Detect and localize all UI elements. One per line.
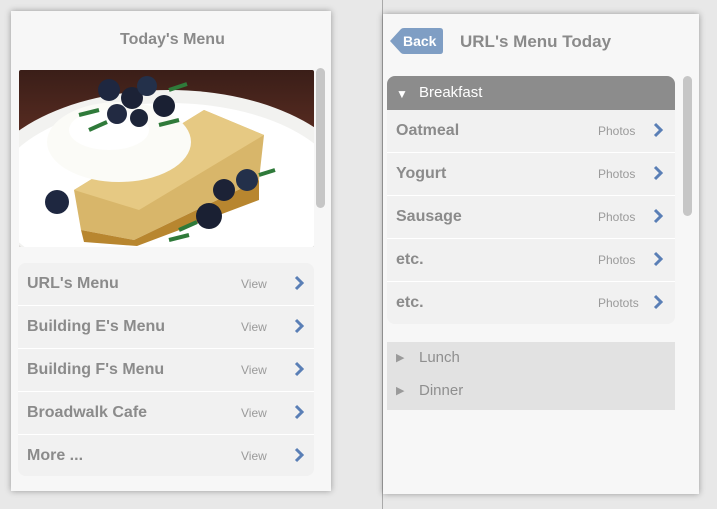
list-item[interactable]: Oatmeal Photos — [387, 110, 675, 153]
chevron-right-icon — [294, 275, 305, 291]
list-item-label: etc. — [396, 294, 424, 311]
section-label: Dinner — [419, 382, 464, 399]
list-item[interactable]: More ... View — [18, 435, 314, 476]
list-item[interactable]: Yogurt Photos — [387, 153, 675, 196]
section-header-lunch[interactable]: ▶ Lunch — [387, 342, 675, 375]
menu-list: URL's Menu View Building E's Menu View B… — [18, 263, 314, 476]
view-label: View — [241, 277, 267, 291]
list-item-label: Building E's Menu — [27, 318, 166, 335]
chevron-right-icon — [294, 447, 305, 463]
chevron-right-icon — [294, 361, 305, 377]
photos-label: Photos — [598, 124, 636, 138]
scrollbar[interactable] — [683, 76, 692, 216]
list-item-label: More ... — [27, 447, 84, 464]
photos-label: Photos — [598, 167, 636, 181]
view-label: View — [241, 363, 267, 377]
list-item-label: URL's Menu — [27, 275, 119, 292]
list-item[interactable]: Sausage Photos — [387, 196, 675, 239]
list-item-label: Sausage — [396, 208, 462, 225]
photos-label: Photots — [598, 296, 639, 310]
section-header-dinner[interactable]: ▶ Dinner — [387, 375, 675, 408]
photos-label: Photos — [598, 253, 636, 267]
page-title: Today's Menu — [120, 31, 225, 48]
food-photo — [19, 70, 314, 247]
triangle-right-icon: ▶ — [396, 385, 405, 397]
view-label: View — [241, 406, 267, 420]
view-label: View — [241, 320, 267, 334]
breakfast-list: Oatmeal Photos Yogurt Photos Sausage Pho… — [387, 110, 675, 324]
list-item-label: etc. — [396, 251, 424, 268]
section-label: Breakfast — [419, 84, 483, 101]
scrollbar[interactable] — [316, 68, 325, 208]
chevron-right-icon — [294, 318, 305, 334]
triangle-down-icon: ▼ — [396, 87, 408, 101]
list-item-label: Oatmeal — [396, 122, 460, 139]
list-item-label: Yogurt — [396, 165, 447, 182]
chevron-right-icon — [653, 165, 664, 181]
chevron-right-icon — [653, 122, 664, 138]
triangle-right-icon: ▶ — [396, 352, 405, 364]
collapsed-sections: ▶ Lunch ▶ Dinner — [387, 342, 675, 410]
chevron-right-icon — [653, 294, 664, 310]
section-header-breakfast[interactable]: ▼ Breakfast — [387, 76, 675, 110]
page-title: URL's Menu Today — [460, 32, 612, 51]
list-item[interactable]: URL's Menu View — [18, 263, 314, 306]
back-button[interactable]: Back — [390, 27, 444, 55]
list-item[interactable]: Building F's Menu View — [18, 349, 314, 392]
back-button-label: Back — [403, 33, 437, 49]
chevron-right-icon — [653, 208, 664, 224]
section-label: Lunch — [419, 349, 460, 366]
right-screen: Back URL's Menu Today ▼ Breakfast Oatmea… — [383, 14, 699, 494]
chevron-right-icon — [294, 404, 305, 420]
chevron-right-icon — [653, 251, 664, 267]
view-label: View — [241, 449, 267, 463]
left-screen: Today's Menu URL's Menu View Building E'… — [11, 11, 331, 491]
list-item[interactable]: Broadwalk Cafe View — [18, 392, 314, 435]
list-item[interactable]: etc. Photos — [387, 239, 675, 282]
list-item-label: Building F's Menu — [27, 361, 165, 378]
list-item[interactable]: Building E's Menu View — [18, 306, 314, 349]
photos-label: Photos — [598, 210, 636, 224]
list-item-label: Broadwalk Cafe — [27, 404, 148, 421]
list-item[interactable]: etc. Photots — [387, 282, 675, 324]
